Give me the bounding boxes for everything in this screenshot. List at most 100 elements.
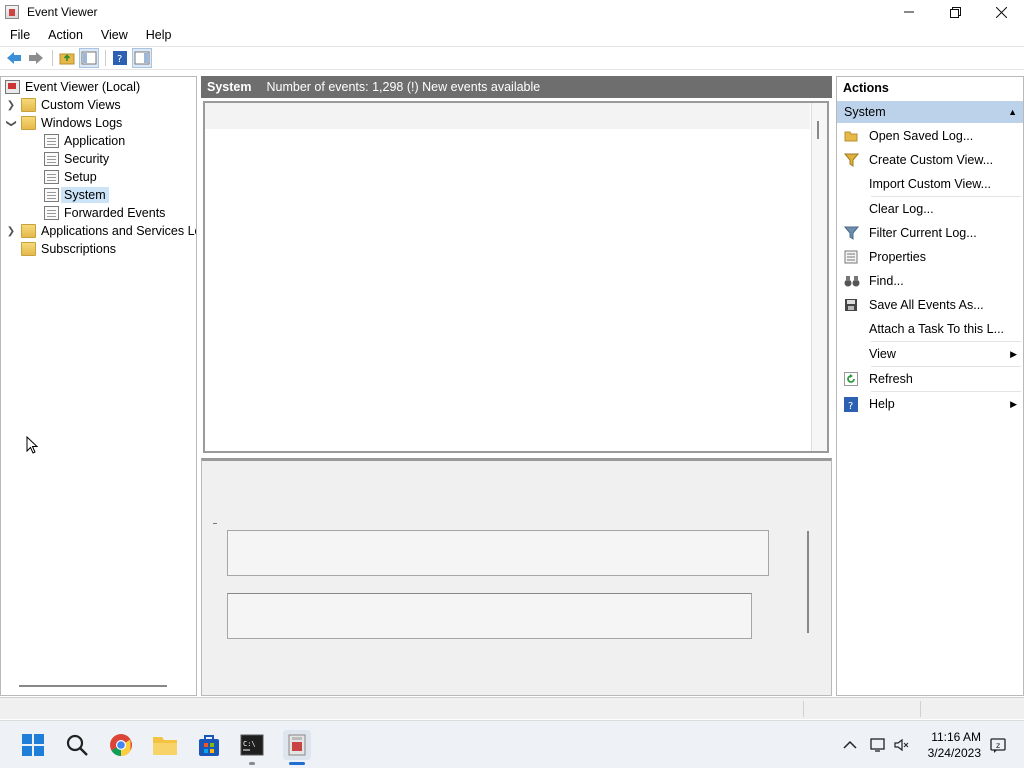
taskbar-clock[interactable]: 11:16 AM 3/24/2023 [928, 729, 981, 761]
menu-view[interactable]: View [91, 28, 136, 42]
collapse-icon[interactable]: ▲ [1008, 107, 1017, 117]
action-clear-log[interactable]: Clear Log... [837, 198, 1023, 220]
taskbar: C:\ 11:16 AM 3/24/2023 z [0, 720, 1024, 768]
tree-item-security[interactable]: Security [44, 150, 109, 168]
toolbar-separator [105, 50, 106, 66]
event-list[interactable] [203, 101, 829, 453]
tree-item-application[interactable]: Application [44, 132, 125, 150]
menu-action[interactable]: Action [38, 28, 91, 42]
back-button[interactable] [4, 48, 24, 68]
terminal-button[interactable]: C:\ [239, 732, 265, 758]
tree-item-event-viewer-local[interactable]: Event Viewer (Local) [5, 78, 140, 96]
minimize-button[interactable] [886, 0, 932, 24]
restore-icon [949, 6, 961, 18]
up-folder-button[interactable] [57, 48, 77, 68]
log-icon [44, 170, 59, 184]
actions-separator [871, 391, 1021, 392]
chrome-icon [110, 734, 132, 756]
action-help[interactable]: ? Help ▶ [837, 393, 1023, 415]
toolbar-separator [52, 50, 53, 66]
menu-file[interactable]: File [0, 28, 38, 42]
search-button[interactable] [64, 732, 90, 758]
chrome-button[interactable] [108, 732, 134, 758]
tree-item-windows-logs[interactable]: ❯ Windows Logs [5, 114, 122, 132]
minimize-icon [904, 11, 914, 13]
forward-icon [29, 52, 43, 64]
help-toolbar-button[interactable]: ? [110, 48, 130, 68]
system-tray [838, 721, 912, 768]
svg-text:?: ? [117, 54, 122, 65]
action-view[interactable]: View ▶ [837, 343, 1023, 365]
actions-separator [871, 366, 1021, 367]
preview-general-box [227, 530, 769, 576]
action-properties[interactable]: Properties [837, 246, 1023, 268]
event-list-column-header[interactable] [205, 103, 810, 129]
tree-item-applications-and-services-logs[interactable]: ❯ Applications and Services Lo [5, 222, 196, 240]
actions-separator [871, 196, 1021, 197]
start-button[interactable] [20, 732, 46, 758]
submenu-arrow-icon: ▶ [1010, 398, 1017, 409]
store-button[interactable] [196, 732, 222, 758]
search-icon [66, 734, 88, 756]
event-list-scrollbar[interactable] [811, 103, 827, 451]
action-filter-current-log[interactable]: Filter Current Log... [837, 222, 1023, 244]
status-bar-segment [920, 701, 921, 717]
menu-bar: File Action View Help [0, 24, 1024, 45]
show-hide-action-pane-button[interactable] [132, 48, 152, 68]
log-icon [44, 134, 59, 148]
folder-icon [21, 224, 36, 238]
action-save-all-events-as[interactable]: Save All Events As... [837, 294, 1023, 316]
network-status-button[interactable] [866, 737, 892, 753]
tree-item-system[interactable]: System [44, 186, 109, 204]
event-preview-pane [201, 458, 832, 696]
log-icon [44, 188, 59, 202]
actions-section-system[interactable]: System ▲ [837, 101, 1023, 123]
refresh-icon [844, 371, 859, 387]
forward-button[interactable] [26, 48, 46, 68]
event-viewer-taskbar-button[interactable] [283, 730, 311, 760]
preview-scrollbar[interactable] [807, 531, 809, 633]
action-find[interactable]: Find... [837, 270, 1023, 292]
log-header: System Number of events: 1,298 (!) New e… [201, 76, 832, 98]
action-attach-task[interactable]: Attach a Task To this L... [837, 318, 1023, 340]
log-icon [44, 152, 59, 166]
show-hide-tree-button[interactable] [79, 48, 99, 68]
preview-details-box [227, 593, 752, 639]
action-refresh[interactable]: Refresh [837, 368, 1023, 390]
network-icon [870, 738, 885, 752]
file-explorer-button[interactable] [152, 732, 178, 758]
show-hidden-icons-button[interactable] [838, 740, 862, 750]
start-icon [22, 734, 44, 756]
open-folder-icon [844, 129, 859, 144]
menu-help[interactable]: Help [136, 28, 180, 42]
status-bar [0, 697, 1024, 719]
help-icon: ? [844, 396, 859, 412]
chevron-down-icon[interactable]: ❯ [6, 117, 17, 129]
funnel-icon [843, 153, 860, 168]
close-button[interactable] [978, 0, 1024, 24]
tree-item-forwarded-events[interactable]: Forwarded Events [44, 204, 165, 222]
title-bar: Event Viewer [0, 0, 1024, 24]
help-icon: ? [113, 51, 127, 65]
tree-item-setup[interactable]: Setup [44, 168, 97, 186]
svg-text:C:\: C:\ [243, 740, 256, 748]
tree-item-custom-views[interactable]: ❯ Custom Views [5, 96, 121, 114]
action-create-custom-view[interactable]: Create Custom View... [837, 149, 1023, 171]
action-import-custom-view[interactable]: Import Custom View... [837, 173, 1023, 195]
tree-horizontal-scrollbar[interactable] [19, 685, 167, 687]
event-viewer-active-indicator [289, 762, 305, 765]
chevron-right-icon[interactable]: ❯ [5, 100, 17, 111]
show-hide-action-pane-icon [134, 51, 150, 65]
back-icon [7, 52, 21, 64]
volume-button[interactable] [892, 738, 912, 752]
maximize-button[interactable] [932, 0, 978, 24]
clock-time: 11:16 AM [931, 730, 981, 744]
chevron-up-icon [843, 740, 857, 749]
action-open-saved-log[interactable]: Open Saved Log... [837, 125, 1023, 147]
event-viewer-icon [288, 734, 306, 756]
binoculars-icon [844, 274, 860, 289]
event-list-scroll-thumb[interactable] [817, 121, 819, 139]
chevron-right-icon[interactable]: ❯ [5, 226, 17, 237]
notifications-button[interactable]: z [990, 737, 1006, 756]
tree-item-subscriptions[interactable]: Subscriptions [21, 240, 116, 258]
